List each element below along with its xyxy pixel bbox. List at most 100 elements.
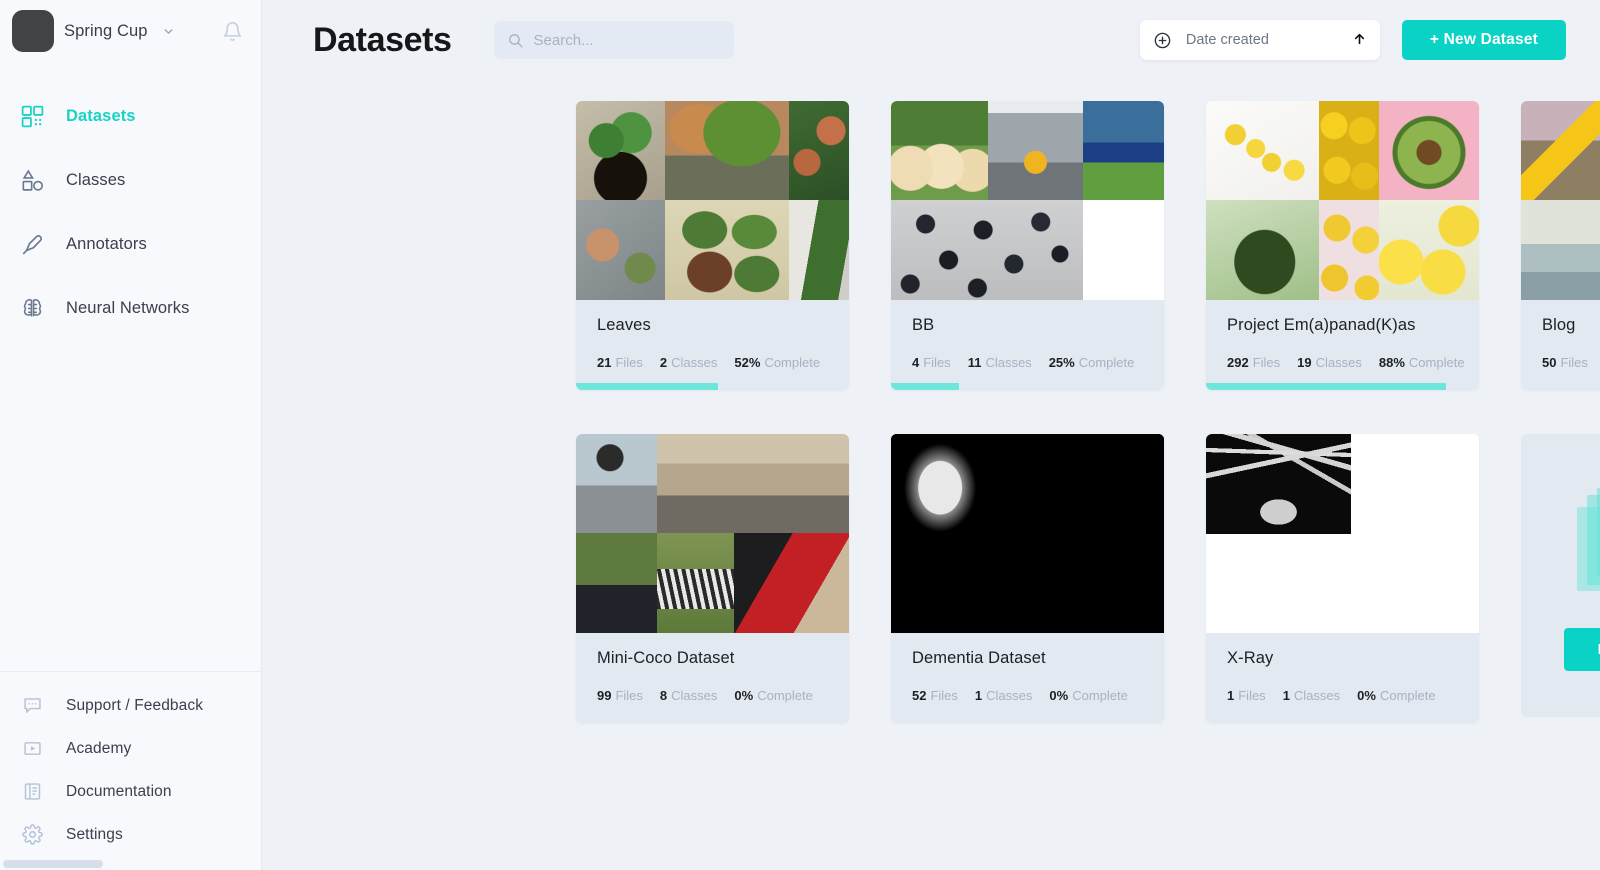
complete-stat: 0%Complete xyxy=(734,688,812,703)
sidebar-item-label: Documentation xyxy=(66,783,172,801)
thumbnail-image xyxy=(891,200,1083,300)
thumbnail-image xyxy=(789,101,849,200)
dataset-title: Mini-Coco Dataset xyxy=(597,649,828,668)
dataset-card[interactable]: BB 4Files 11Classes 25%Complete xyxy=(891,101,1164,390)
dataset-card[interactable]: X-Ray 1Files 1Classes 0%Complete xyxy=(1206,434,1479,723)
sidebar-item-datasets[interactable]: Datasets xyxy=(0,84,261,148)
dataset-title: Blog xyxy=(1542,316,1600,335)
files-stat: 1Files xyxy=(1227,688,1266,703)
dataset-card[interactable]: Mini-Coco Dataset 99Files 8Classes 0%Com… xyxy=(576,434,849,723)
dataset-card-body: X-Ray 1Files 1Classes 0%Complete xyxy=(1206,633,1479,723)
workspace-switcher[interactable]: Spring Cup xyxy=(0,0,261,62)
dataset-card-body: Dementia Dataset 52Files 1Classes 0%Comp… xyxy=(891,633,1164,723)
sidebar-item-classes[interactable]: Classes xyxy=(0,148,261,212)
thumbnail-image xyxy=(657,434,849,533)
sidebar-item-label: Datasets xyxy=(66,107,136,126)
classes-stat: 1Classes xyxy=(1283,688,1340,703)
thumbnail-image-empty xyxy=(1206,534,1479,633)
sidebar-item-documentation[interactable]: Documentation xyxy=(0,770,261,813)
chat-bubble-icon xyxy=(17,691,47,721)
dataset-card-body: Leaves 21Files 2Classes 52%Complete xyxy=(576,300,849,390)
thumbnail-image xyxy=(1206,101,1319,200)
files-stat: 4Files xyxy=(912,355,951,370)
dataset-title: Project Em(a)panad(K)as xyxy=(1227,316,1458,335)
thumbnail-image xyxy=(891,101,988,200)
dataset-thumbnails xyxy=(891,434,1164,633)
complete-stat: 52%Complete xyxy=(734,355,820,370)
sidebar-item-label: Annotators xyxy=(66,235,147,254)
dataset-card[interactable]: Dementia Dataset 52Files 1Classes 0%Comp… xyxy=(891,434,1164,723)
shapes-icon xyxy=(17,165,47,195)
search-input[interactable] xyxy=(534,32,721,49)
dataset-thumbnails xyxy=(1206,101,1479,300)
dataset-stats: 52Files 1Classes 0%Complete xyxy=(912,688,1143,703)
thumbnail-image-empty xyxy=(1351,434,1479,534)
sort-label: Date created xyxy=(1186,32,1269,48)
secondary-nav: Support / Feedback Academy Documentation… xyxy=(0,671,261,870)
thumbnail-image xyxy=(1521,101,1600,200)
sidebar-item-label: Academy xyxy=(66,740,131,758)
sidebar-item-label: Support / Feedback xyxy=(66,697,203,715)
complete-stat: 25%Complete xyxy=(1049,355,1135,370)
workspace-name: Spring Cup xyxy=(64,22,148,41)
header-actions: Date created + New Dataset xyxy=(1140,20,1566,60)
dataset-thumbnails xyxy=(1521,101,1600,300)
book-icon xyxy=(17,777,47,807)
chevron-down-icon[interactable] xyxy=(162,25,175,38)
sidebar-item-support-feedback[interactable]: Support / Feedback xyxy=(0,684,261,727)
dataset-card-body: BB 4Files 11Classes 25%Complete xyxy=(891,300,1164,390)
thumbnail-image xyxy=(576,101,665,200)
thumbnail-image xyxy=(891,434,1164,633)
thumbnail-image xyxy=(1379,200,1479,300)
play-square-icon xyxy=(17,734,47,764)
sort-selector[interactable]: Date created xyxy=(1140,20,1380,60)
thumbnail-image xyxy=(1083,101,1164,200)
sidebar-item-label: Neural Networks xyxy=(66,299,189,318)
arrow-up-icon[interactable] xyxy=(1353,31,1366,50)
dataset-title: BB xyxy=(912,316,1143,335)
sidebar-item-settings[interactable]: Settings xyxy=(0,813,261,856)
files-stat: 21Files xyxy=(597,355,643,370)
bell-icon[interactable] xyxy=(222,21,243,42)
dataset-card[interactable]: Project Em(a)panad(K)as 292Files 19Class… xyxy=(1206,101,1479,390)
horizontal-scrollbar-thumb[interactable] xyxy=(3,860,103,868)
dataset-thumbnails xyxy=(576,101,849,300)
classes-stat: 8Classes xyxy=(660,688,717,703)
thumbnail-image xyxy=(665,200,789,300)
thumbnail-image xyxy=(1521,200,1600,300)
thumbnail-image xyxy=(1206,200,1319,300)
sidebar-item-annotators[interactable]: Annotators xyxy=(0,212,261,276)
thumbnail-image xyxy=(734,533,849,633)
dataset-card[interactable]: Blog 50Files 35Classes 0%Complete xyxy=(1521,101,1600,390)
thumbnail-image-empty xyxy=(1083,200,1164,300)
brain-icon xyxy=(17,293,47,323)
dataset-thumbnails xyxy=(576,434,849,633)
search-icon xyxy=(507,32,524,49)
files-stat: 50Files xyxy=(1542,355,1588,370)
classes-stat: 19Classes xyxy=(1297,355,1362,370)
thumbnail-image xyxy=(1206,434,1351,534)
thumbnail-image xyxy=(576,434,657,533)
classes-stat: 1Classes xyxy=(975,688,1032,703)
thumbnail-image xyxy=(1319,200,1379,300)
sidebar-item-neural-networks[interactable]: Neural Networks xyxy=(0,276,261,340)
placeholder-new-dataset-button[interactable]: NEW DATASET xyxy=(1564,628,1600,671)
main-content: Datasets Date created + New Datas xyxy=(262,0,1600,870)
plus-icon: + xyxy=(1575,539,1600,573)
dataset-thumbnails xyxy=(1206,434,1479,633)
new-dataset-button[interactable]: + New Dataset xyxy=(1402,20,1566,60)
dataset-card[interactable]: Leaves 21Files 2Classes 52%Complete xyxy=(576,101,849,390)
new-dataset-placeholder-card[interactable]: + NEW DATASET xyxy=(1521,434,1600,717)
pen-tool-icon xyxy=(17,229,47,259)
progress-bar xyxy=(1206,383,1446,390)
files-stat: 292Files xyxy=(1227,355,1280,370)
thumbnail-image xyxy=(657,533,734,633)
sidebar: Spring Cup Datasets Classes xyxy=(0,0,262,870)
search-field[interactable] xyxy=(494,21,734,59)
classes-stat: 11Classes xyxy=(968,355,1032,370)
progress-bar xyxy=(891,383,959,390)
complete-stat: 0%Complete xyxy=(1049,688,1127,703)
dataset-stats: 50Files 35Classes 0%Complete xyxy=(1542,355,1600,370)
sidebar-item-academy[interactable]: Academy xyxy=(0,727,261,770)
dataset-title: Leaves xyxy=(597,316,828,335)
